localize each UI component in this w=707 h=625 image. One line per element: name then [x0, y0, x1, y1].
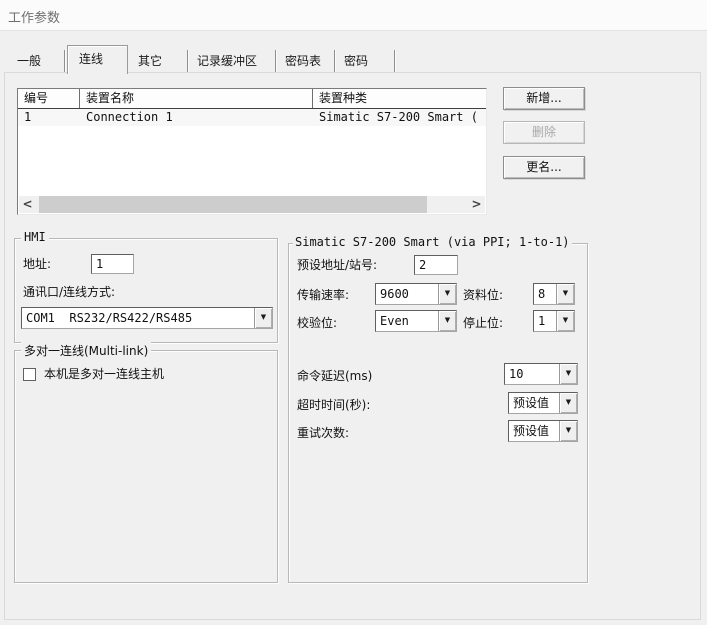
cell-device-type: Simatic S7-200 Smart ( [313, 109, 486, 126]
connection-list: 编号 装置名称 装置种类 1 Connection 1 Simatic S7-2… [17, 88, 487, 215]
timeout-value: 预设值 [509, 393, 559, 413]
chevron-down-icon[interactable]: ▼ [438, 284, 456, 304]
column-header-number[interactable]: 编号 [18, 89, 80, 108]
timeout-select[interactable]: 预设值 ▼ [508, 392, 578, 414]
parity-label: 校验位: [297, 315, 337, 331]
chevron-down-icon[interactable]: ▼ [438, 311, 456, 331]
command-delay-select[interactable]: 10 ▼ [504, 363, 578, 385]
data-bits-value: 8 [534, 284, 556, 304]
work-parameters-dialog: 工作参数 一般 连线 其它 记录缓冲区 密码表 密码 编号 装置名称 装置种类 … [0, 0, 707, 625]
hmi-group-title: HMI [21, 230, 49, 244]
data-bits-label: 资料位: [463, 287, 503, 303]
chevron-down-icon[interactable]: ▼ [559, 364, 577, 384]
stop-bits-label: 停止位: [463, 315, 503, 331]
multilink-group: 多对一连线(Multi-link) 本机是多对一连线主机 [14, 350, 278, 583]
table-row[interactable]: 1 Connection 1 Simatic S7-200 Smart ( [18, 109, 486, 126]
station-field[interactable]: 2 [414, 255, 458, 275]
chevron-down-icon[interactable]: ▼ [254, 308, 272, 328]
column-header-device-type[interactable]: 装置种类 [313, 89, 486, 108]
delete-button[interactable]: 删除 [503, 121, 585, 144]
tab-record-buffer[interactable]: 记录缓冲区 [188, 50, 276, 72]
tab-general[interactable]: 一般 [8, 50, 65, 72]
stop-bits-select[interactable]: 1 ▼ [533, 310, 575, 332]
horizontal-scrollbar[interactable]: < > [19, 196, 485, 213]
connection-list-header: 编号 装置名称 装置种类 [18, 89, 486, 109]
baud-rate-select[interactable]: 9600 ▼ [375, 283, 457, 305]
stop-bits-value: 1 [534, 311, 556, 331]
retry-count-value: 预设值 [509, 421, 559, 441]
address-label: 地址: [23, 256, 51, 272]
tab-other[interactable]: 其它 [129, 50, 188, 72]
tab-password-table[interactable]: 密码表 [276, 50, 335, 72]
chevron-down-icon[interactable]: ▼ [559, 393, 577, 413]
command-delay-value: 10 [505, 364, 559, 384]
multilink-group-title: 多对一连线(Multi-link) [21, 342, 151, 359]
plc-group: Simatic S7-200 Smart (via PPI; 1-to-1) 预… [288, 243, 588, 583]
tab-connection[interactable]: 连线 [67, 45, 128, 74]
column-header-device-name[interactable]: 装置名称 [80, 89, 313, 108]
chevron-down-icon[interactable]: ▼ [556, 284, 574, 304]
scrollbar-thumb[interactable] [39, 196, 427, 213]
plc-group-title: Simatic S7-200 Smart (via PPI; 1-to-1) [293, 235, 572, 249]
parity-value: Even [376, 311, 438, 331]
baud-rate-value: 9600 [376, 284, 438, 304]
scroll-left-icon[interactable]: < [19, 196, 36, 213]
retry-count-select[interactable]: 预设值 ▼ [508, 420, 578, 442]
data-bits-select[interactable]: 8 ▼ [533, 283, 575, 305]
parity-select[interactable]: Even ▼ [375, 310, 457, 332]
scroll-right-icon[interactable]: > [468, 196, 485, 213]
station-label: 预设地址/站号: [297, 257, 377, 273]
hmi-group: HMI 地址: 1 通讯口/连线方式: COM1 RS232/RS422/RS4… [14, 238, 278, 343]
multilink-master-label[interactable]: 本机是多对一连线主机 [44, 366, 164, 382]
baud-rate-label: 传输速率: [297, 287, 349, 303]
multilink-master-checkbox[interactable] [23, 368, 36, 381]
cell-device-name: Connection 1 [80, 109, 313, 126]
dialog-title-bar: 工作参数 [0, 0, 707, 31]
command-delay-label: 命令延迟(ms) [297, 368, 372, 384]
timeout-label: 超时时间(秒): [297, 397, 370, 413]
comm-port-select[interactable]: COM1 RS232/RS422/RS485 ▼ [21, 307, 273, 329]
hmi-address-field[interactable]: 1 [91, 254, 134, 274]
cell-number: 1 [18, 109, 80, 126]
chevron-down-icon[interactable]: ▼ [556, 311, 574, 331]
tab-password[interactable]: 密码 [335, 50, 395, 72]
comm-port-value: COM1 RS232/RS422/RS485 [22, 308, 254, 328]
comm-port-label: 通讯口/连线方式: [23, 284, 115, 300]
chevron-down-icon[interactable]: ▼ [559, 421, 577, 441]
page-title: 工作参数 [8, 7, 60, 26]
add-button[interactable]: 新增... [503, 87, 585, 110]
retry-count-label: 重试次数: [297, 425, 349, 441]
rename-button[interactable]: 更名... [503, 156, 585, 179]
